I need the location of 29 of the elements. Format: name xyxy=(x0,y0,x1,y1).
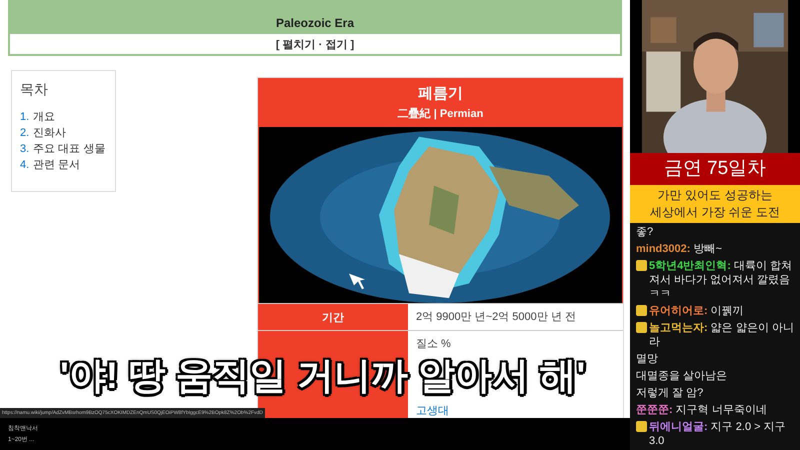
toggle-link[interactable]: [ 펼치기 · 접기 ] xyxy=(276,36,354,52)
chat-message: 놀고먹는자: 얇은 얇은이 아니라 xyxy=(649,321,794,349)
toc-link[interactable]: 관련 문서 xyxy=(33,157,80,173)
chat-message: 5학년4반최인혁: 대륙이 합쳐져서 바다가 없어져서 깔렸음 ㅋㅋ xyxy=(649,259,794,301)
chat-message: 대멸종을 살아남은 xyxy=(636,369,728,383)
chat-message: 쭌쭌쭌: 지구혁 너무죽이네 xyxy=(636,403,767,417)
chat-message: 뒤에니얼굴: 지구 2.0 > 지구 3.0 xyxy=(649,420,787,448)
chat-message: 좋? xyxy=(636,225,654,239)
row-value: 질소 % xyxy=(416,337,452,351)
toc-number[interactable]: 2. xyxy=(20,125,30,141)
row-value: 고생대 xyxy=(416,404,450,418)
row-value: 2억 9900만 년~2억 5000만 년 전 xyxy=(416,310,577,324)
infobox-title: 페름기 xyxy=(417,84,464,103)
infobox-subtitle: 二疊紀 | Permian xyxy=(396,106,484,122)
chat-message: 멸망 xyxy=(636,352,658,366)
toc-number[interactable]: 4. xyxy=(20,157,30,173)
toc-number[interactable]: 3. xyxy=(20,141,30,157)
toc-link[interactable]: 진화사 xyxy=(33,125,66,141)
toc-link[interactable]: 주요 대표 생물 xyxy=(33,141,106,157)
era-subtitle: Paleozoic Era xyxy=(276,16,354,30)
row-label: 기간 xyxy=(322,310,344,324)
chat-message: 유어히어로: 이꿹끼 xyxy=(649,304,744,318)
chat-message: 저렇게 잘 암? xyxy=(636,386,704,400)
banner-subtitle: 가만 있어도 성공하는 세상에서 가장 쉬운 도전 xyxy=(630,185,800,223)
toc-number[interactable]: 1. xyxy=(20,109,30,125)
chat-message: mind3002: 방빼~ xyxy=(636,242,722,256)
toc-title: 목차 xyxy=(20,81,49,99)
banner-title: 금연 75일차 xyxy=(630,153,800,185)
toc-link[interactable]: 개요 xyxy=(33,109,56,125)
